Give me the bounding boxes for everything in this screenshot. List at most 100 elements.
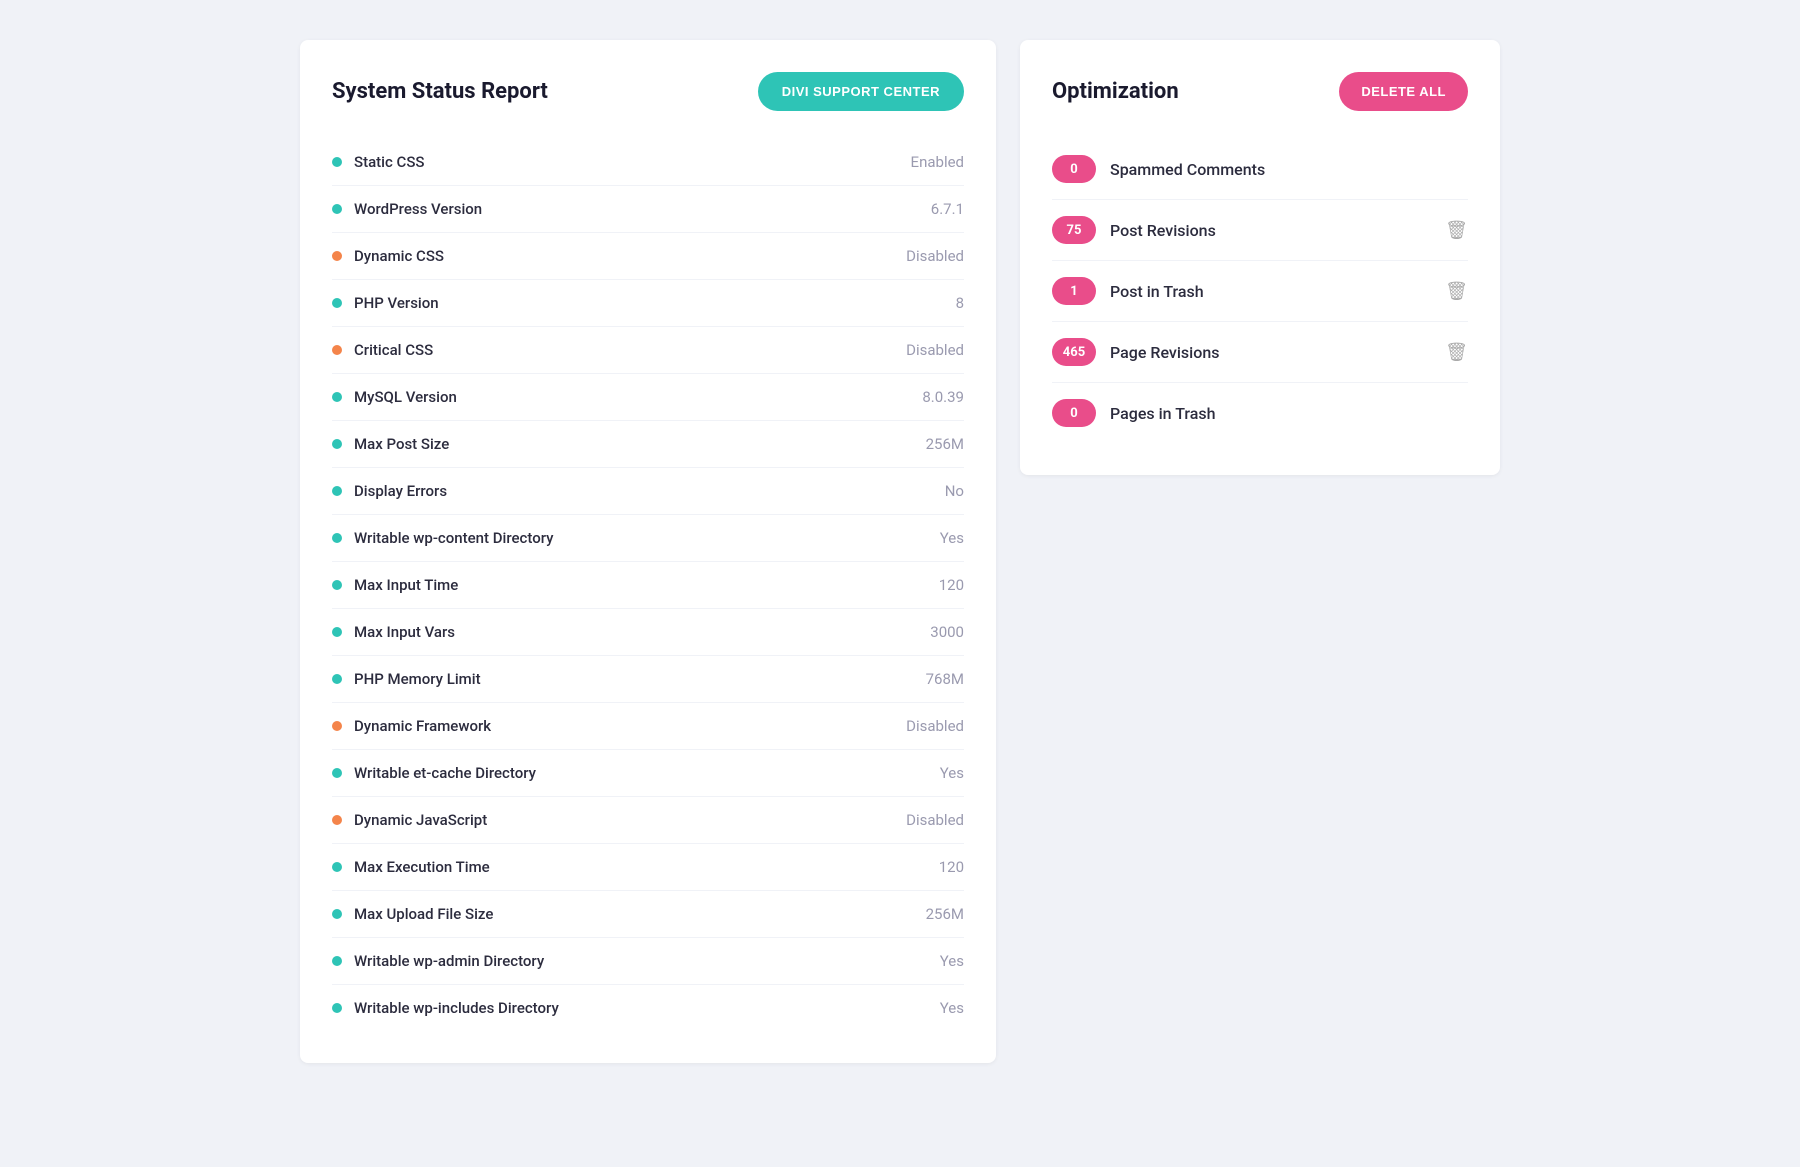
status-value: Enabled (911, 153, 964, 171)
green-dot-icon (332, 627, 342, 637)
green-dot-icon (332, 1003, 342, 1013)
orange-dot-icon (332, 721, 342, 731)
trash-icon[interactable]: 🗑 (1445, 281, 1468, 302)
status-item: Writable wp-admin DirectoryYes (332, 938, 964, 985)
status-item: WordPress Version6.7.1 (332, 186, 964, 233)
orange-dot-icon (332, 345, 342, 355)
green-dot-icon (332, 580, 342, 590)
green-dot-icon (332, 157, 342, 167)
status-item-left: Dynamic CSS (332, 247, 444, 265)
status-item: Writable wp-includes Directory Yes (332, 985, 964, 1031)
count-badge: 465 (1052, 338, 1096, 366)
green-dot-icon (332, 768, 342, 778)
status-value: 8 (956, 294, 964, 312)
optimization-item: 0 Pages in Trash (1052, 383, 1468, 443)
status-label: Max Input Vars (354, 623, 455, 641)
status-item-left: Writable wp-includes Directory (332, 999, 559, 1017)
status-item-left: Max Input Time (332, 576, 458, 594)
status-item-left: Max Execution Time (332, 858, 490, 876)
status-item: PHP Version 8 (332, 280, 964, 327)
green-dot-icon (332, 204, 342, 214)
status-item: Critical CSS Disabled (332, 327, 964, 374)
green-dot-icon (332, 392, 342, 402)
count-badge: 0 (1052, 399, 1096, 427)
status-label: Dynamic JavaScript (354, 811, 487, 829)
status-label: Writable et-cache Directory (354, 764, 536, 782)
green-dot-icon (332, 674, 342, 684)
status-label: Dynamic CSS (354, 247, 444, 265)
status-label: Dynamic Framework (354, 717, 491, 735)
status-value: Disabled (906, 247, 964, 265)
status-label: Static CSS (354, 153, 425, 171)
status-label: WordPress Version (354, 200, 482, 218)
divi-support-center-button[interactable]: DIVI SUPPORT CENTER (758, 72, 964, 111)
status-list: Static CSSEnabledWordPress Version6.7.1D… (332, 139, 964, 1031)
status-item-left: Writable wp-content Directory (332, 529, 554, 547)
status-label: Writable wp-content Directory (354, 529, 554, 547)
status-item: Dynamic CSS Disabled (332, 233, 964, 280)
system-status-title: System Status Report (332, 79, 548, 104)
system-status-panel: System Status Report DIVI SUPPORT CENTER… (300, 40, 996, 1063)
status-value: Yes (940, 764, 964, 782)
delete-all-button[interactable]: DELETE ALL (1339, 72, 1468, 111)
status-item-left: Max Post Size (332, 435, 449, 453)
right-panel-header: Optimization DELETE ALL (1052, 72, 1468, 111)
status-value: Yes (940, 999, 964, 1017)
green-dot-icon (332, 439, 342, 449)
trash-icon[interactable]: 🗑 (1445, 220, 1468, 241)
status-value: 256M (926, 435, 964, 453)
optimization-label: Post in Trash (1110, 282, 1431, 301)
optimization-label: Pages in Trash (1110, 404, 1468, 423)
status-label: Max Execution Time (354, 858, 490, 876)
optimization-label: Spammed Comments (1110, 160, 1468, 179)
status-item-left: Dynamic JavaScript (332, 811, 487, 829)
status-item-left: Max Input Vars (332, 623, 455, 641)
status-item-left: Max Upload File Size (332, 905, 493, 923)
status-item: Static CSS Enabled (332, 139, 964, 186)
status-item: Writable et-cache Directory Yes (332, 750, 964, 797)
status-value: Yes (940, 529, 964, 547)
status-item: PHP Memory Limit768M (332, 656, 964, 703)
status-item-left: Writable wp-admin Directory (332, 952, 544, 970)
status-item-left: Dynamic Framework (332, 717, 491, 735)
status-item-left: WordPress Version (332, 200, 482, 218)
green-dot-icon (332, 956, 342, 966)
status-label: PHP Memory Limit (354, 670, 481, 688)
green-dot-icon (332, 533, 342, 543)
status-item: Max Input Time 120 (332, 562, 964, 609)
optimization-label: Post Revisions (1110, 221, 1431, 240)
status-item: Max Upload File Size256M (332, 891, 964, 938)
status-label: PHP Version (354, 294, 439, 312)
status-item: Max Execution Time 120 (332, 844, 964, 891)
green-dot-icon (332, 909, 342, 919)
left-panel-header: System Status Report DIVI SUPPORT CENTER (332, 72, 964, 111)
status-value: 120 (939, 858, 964, 876)
main-container: System Status Report DIVI SUPPORT CENTER… (300, 20, 1500, 1083)
status-item: Writable wp-content Directory Yes (332, 515, 964, 562)
status-value: 120 (939, 576, 964, 594)
status-item-left: Writable et-cache Directory (332, 764, 536, 782)
status-label: Display Errors (354, 482, 447, 500)
count-badge: 0 (1052, 155, 1096, 183)
status-label: Max Upload File Size (354, 905, 493, 923)
status-label: MySQL Version (354, 388, 457, 406)
green-dot-icon (332, 862, 342, 872)
status-item-left: MySQL Version (332, 388, 457, 406)
status-value: 3000 (930, 623, 964, 641)
status-label: Critical CSS (354, 341, 433, 359)
optimization-item: 1Post in Trash🗑 (1052, 261, 1468, 322)
status-label: Writable wp-admin Directory (354, 952, 544, 970)
trash-icon[interactable]: 🗑 (1445, 342, 1468, 363)
status-value: Disabled (906, 717, 964, 735)
orange-dot-icon (332, 815, 342, 825)
status-item-left: Static CSS (332, 153, 425, 171)
optimization-label: Page Revisions (1110, 343, 1431, 362)
optimization-list: 0Spammed Comments75Post Revisions🗑1Post … (1052, 139, 1468, 443)
status-label: Writable wp-includes Directory (354, 999, 559, 1017)
status-value: Disabled (906, 341, 964, 359)
count-badge: 75 (1052, 216, 1096, 244)
green-dot-icon (332, 486, 342, 496)
status-value: No (945, 482, 964, 500)
status-label: Max Post Size (354, 435, 449, 453)
optimization-title: Optimization (1052, 79, 1179, 104)
